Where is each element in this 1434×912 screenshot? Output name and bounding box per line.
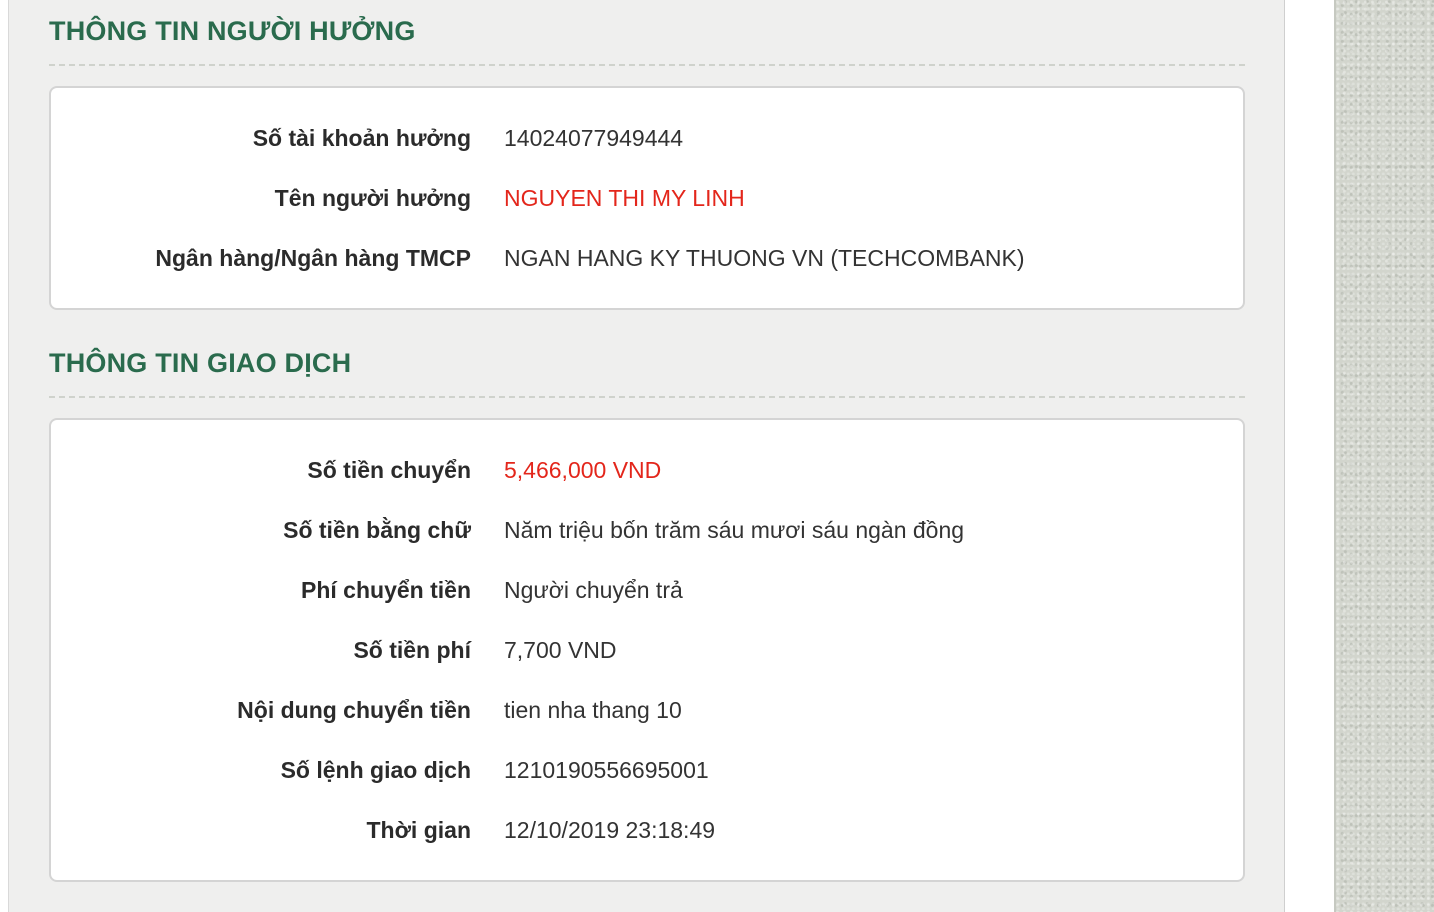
fee-amount-value: 7,700 VND [504,636,617,663]
transaction-number-value: 1210190556695001 [504,756,709,783]
transaction-section-title: THÔNG TIN GIAO DỊCH [49,348,1245,398]
textured-background [1334,0,1434,912]
fee-amount-label: Số tiền phí [353,636,471,663]
transaction-time-label: Thời gian [366,816,471,843]
transaction-number-row: Số lệnh giao dịch 1210190556695001 [51,740,1243,800]
transfer-amount-label: Số tiền chuyển [307,456,471,483]
left-margin [0,0,8,912]
transfer-amount-row: Số tiền chuyển 5,466,000 VND [51,440,1243,500]
transaction-info-card: Số tiền chuyển 5,466,000 VND Số tiền bằn… [49,418,1245,882]
fee-amount-row: Số tiền phí 7,700 VND [51,620,1243,680]
transfer-content-label: Nội dung chuyển tiền [237,696,471,723]
account-number-label: Số tài khoản hưởng [252,124,471,151]
transfer-amount-value: 5,466,000 VND [504,456,662,483]
transaction-time-value: 12/10/2019 23:18:49 [504,816,716,843]
page-gutter [1285,0,1334,912]
transfer-fee-row: Phí chuyển tiền Người chuyển trả [51,560,1243,620]
amount-in-words-row: Số tiền bằng chữ Năm triệu bốn trăm sáu … [51,500,1243,560]
content-panel: THÔNG TIN NGƯỜI HƯỞNG Số tài khoản hưởng… [8,0,1285,912]
beneficiary-info-card: Số tài khoản hưởng 14024077949444 Tên ng… [49,86,1245,310]
beneficiary-name-row: Tên người hưởng NGUYEN THI MY LINH [51,168,1243,228]
transaction-time-row: Thời gian 12/10/2019 23:18:49 [51,800,1243,860]
transfer-fee-value: Người chuyển trả [504,576,683,603]
amount-in-words-label: Số tiền bằng chữ [283,516,471,543]
transfer-content-value: tien nha thang 10 [504,696,682,723]
beneficiary-name-label: Tên người hưởng [274,184,471,211]
account-number-value: 14024077949444 [504,124,684,151]
beneficiary-account-row: Số tài khoản hưởng 14024077949444 [51,108,1243,168]
amount-in-words-value: Năm triệu bốn trăm sáu mươi sáu ngàn đồn… [504,516,965,543]
beneficiary-name-value: NGUYEN THI MY LINH [504,184,745,211]
beneficiary-section-title: THÔNG TIN NGƯỜI HƯỞNG [49,16,1245,66]
bank-value: NGAN HANG KY THUONG VN (TECHCOMBANK) [504,244,1025,271]
page: THÔNG TIN NGƯỜI HƯỞNG Số tài khoản hưởng… [0,0,1434,912]
beneficiary-bank-row: Ngân hàng/Ngân hàng TMCP NGAN HANG KY TH… [51,228,1243,288]
transaction-number-label: Số lệnh giao dịch [280,756,471,783]
transfer-fee-label: Phí chuyển tiền [301,576,471,603]
transfer-content-row: Nội dung chuyển tiền tien nha thang 10 [51,680,1243,740]
bank-label: Ngân hàng/Ngân hàng TMCP [155,244,471,271]
